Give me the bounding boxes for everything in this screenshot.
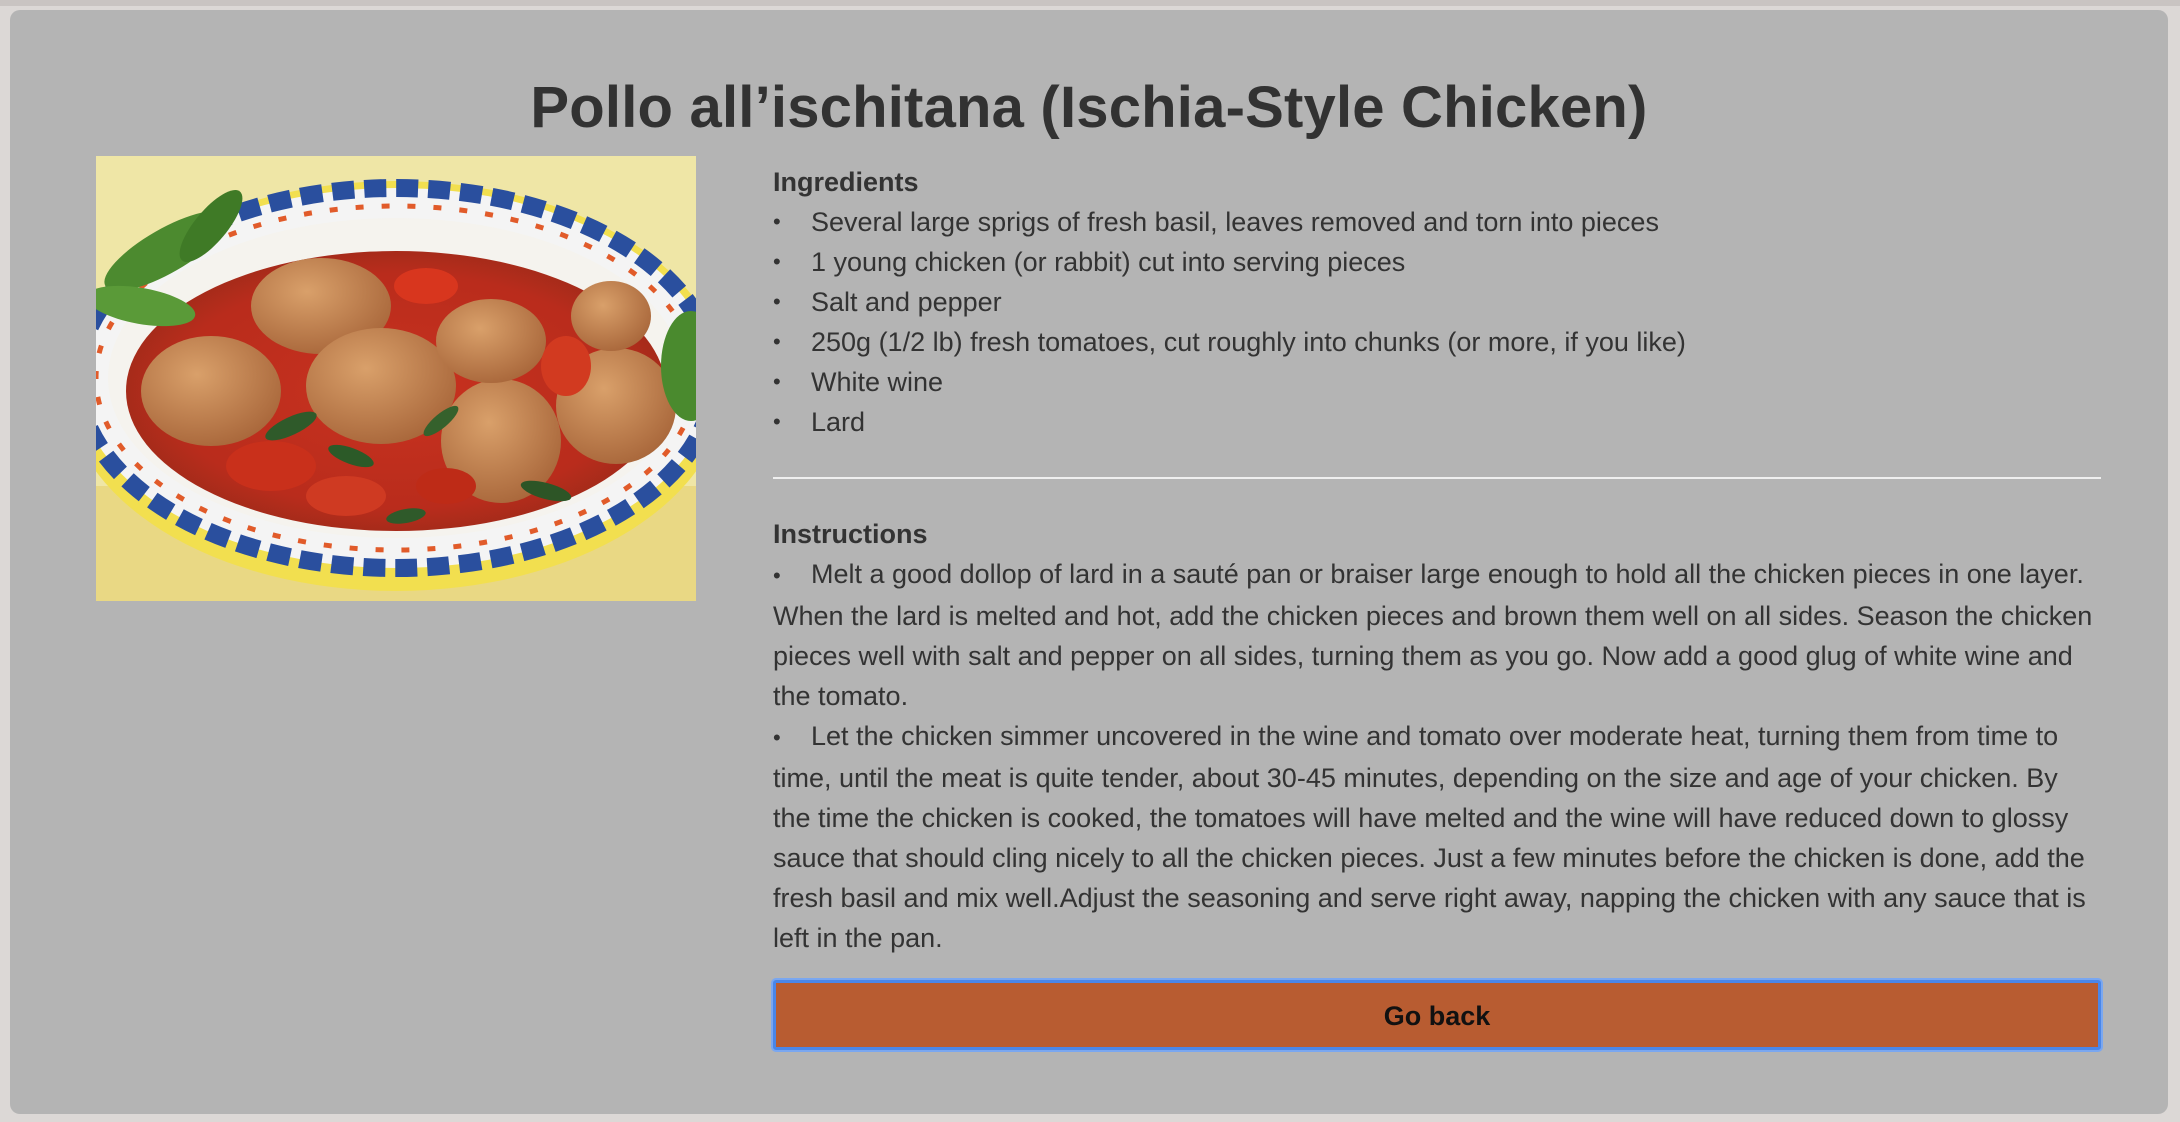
bullet-icon: •: [773, 563, 781, 588]
instruction-step: • Melt a good dollop of lard in a sauté p…: [773, 554, 2101, 716]
ingredient-item: 1 young chicken (or rabbit) cut into ser…: [773, 242, 2101, 282]
recipe-content: Ingredients Several large sprigs of fres…: [773, 162, 2101, 958]
instruction-text: Let the chicken simmer uncovered in the …: [773, 721, 2086, 953]
ingredients-list: Several large sprigs of fresh basil, lea…: [773, 202, 2101, 442]
ingredient-item: Salt and pepper: [773, 282, 2101, 322]
instructions-list: • Melt a good dollop of lard in a sauté p…: [773, 554, 2101, 958]
instruction-text: Melt a good dollop of lard in a sauté pa…: [773, 559, 2093, 711]
instruction-step: • Let the chicken simmer uncovered in the…: [773, 716, 2101, 958]
dish-photo: [96, 156, 696, 601]
bullet-icon: •: [773, 725, 781, 750]
recipe-title: Pollo all’ischitana (Ischia-Style Chicke…: [530, 75, 1648, 140]
recipe-card: Pollo all’ischitana (Ischia-Style Chicke…: [10, 10, 2168, 1114]
ingredient-item: Lard: [773, 402, 2101, 442]
ingredient-item: 250g (1/2 lb) fresh tomatoes, cut roughl…: [773, 322, 2101, 362]
ingredient-item: White wine: [773, 362, 2101, 402]
ingredient-item: Several large sprigs of fresh basil, lea…: [773, 202, 2101, 242]
ingredients-heading: Ingredients: [773, 167, 919, 197]
window-top-edge: [0, 0, 2180, 6]
go-back-button[interactable]: Go back: [773, 980, 2101, 1050]
instructions-heading: Instructions: [773, 519, 928, 549]
section-divider: [773, 477, 2101, 479]
